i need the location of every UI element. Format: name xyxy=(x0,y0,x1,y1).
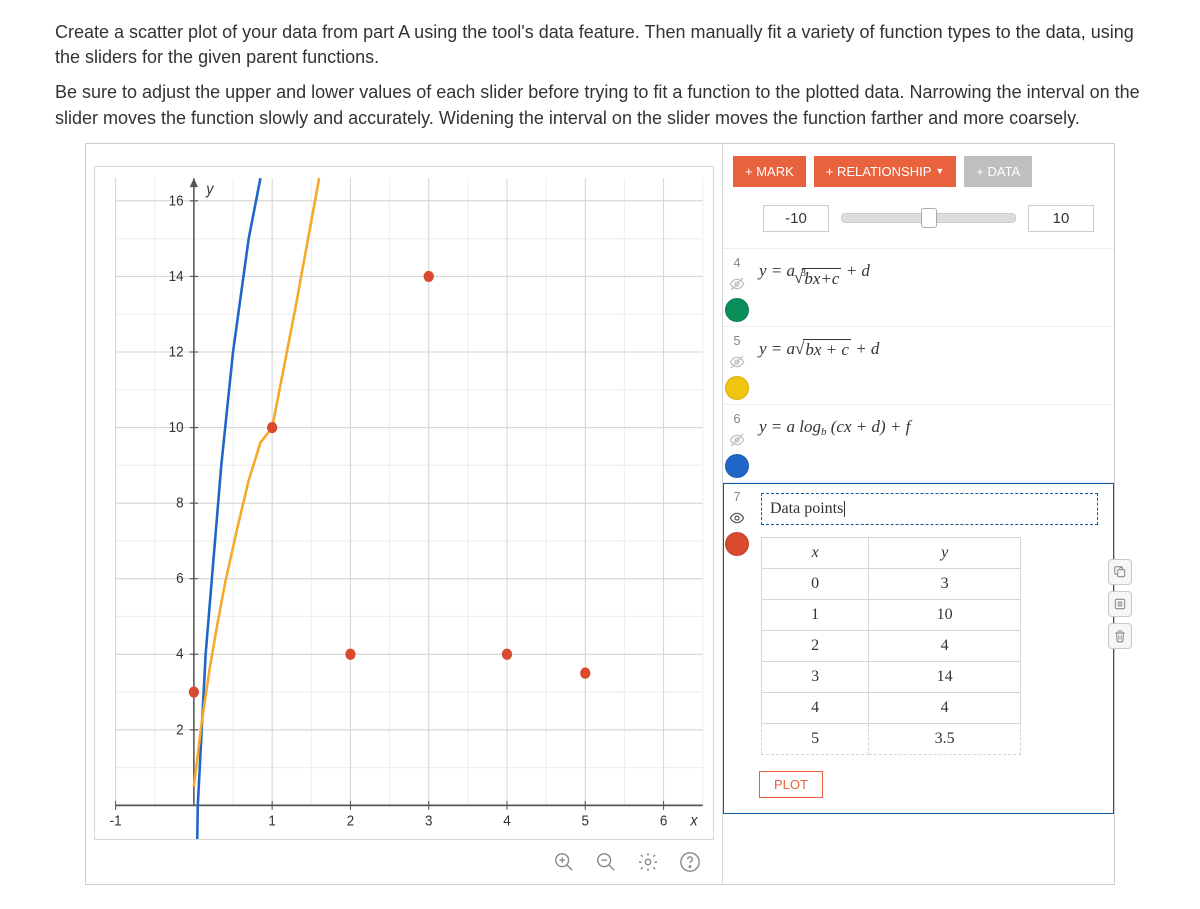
svg-text:14: 14 xyxy=(169,267,184,284)
help-icon[interactable] xyxy=(678,850,702,874)
expression-formula[interactable]: y = a3√bx+c + d xyxy=(759,253,1106,299)
col-header-x: x xyxy=(762,537,869,568)
slider-max[interactable]: 10 xyxy=(1028,205,1094,232)
cell-x[interactable]: 3 xyxy=(762,661,869,692)
table-row[interactable]: 03 xyxy=(762,568,1021,599)
slider-row: -10 10 xyxy=(723,199,1114,248)
item-index: 7 xyxy=(733,489,740,504)
chevron-down-icon: ▼ xyxy=(935,166,944,176)
visibility-toggle-icon[interactable] xyxy=(729,432,745,448)
tool-frame: -1123456246810121416yx xyxy=(85,143,1115,885)
expression-item[interactable]: 4 y = a3√bx+c + d xyxy=(723,248,1114,326)
table-row[interactable]: 314 xyxy=(762,661,1021,692)
visibility-toggle-icon[interactable] xyxy=(729,510,745,526)
svg-text:x: x xyxy=(689,812,698,830)
table-row[interactable]: 24 xyxy=(762,630,1021,661)
cell-x[interactable]: 0 xyxy=(762,568,869,599)
add-mark-button[interactable]: + MARK xyxy=(733,156,806,187)
svg-text:2: 2 xyxy=(347,812,355,829)
expression-formula[interactable]: y = a√bx + c + d xyxy=(759,331,1106,370)
cell-x[interactable]: 5 xyxy=(762,723,869,754)
svg-text:5: 5 xyxy=(582,812,590,829)
cell-y[interactable]: 3 xyxy=(869,568,1021,599)
duplicate-icon[interactable] xyxy=(1108,559,1132,585)
series-color-dot[interactable] xyxy=(725,454,749,478)
item-index: 5 xyxy=(733,333,740,348)
cell-y[interactable]: 4 xyxy=(869,630,1021,661)
svg-text:y: y xyxy=(205,180,215,198)
svg-text:10: 10 xyxy=(169,418,184,435)
cell-y[interactable]: 10 xyxy=(869,599,1021,630)
graph-panel: -1123456246810121416yx xyxy=(86,144,722,884)
cell-x[interactable]: 4 xyxy=(762,692,869,723)
cell-x[interactable]: 2 xyxy=(762,630,869,661)
expression-item[interactable]: 6 y = a logb (cx + d) + f xyxy=(723,404,1114,482)
svg-text:-1: -1 xyxy=(110,812,122,829)
controls-panel: + MARK + RELATIONSHIP ▼ + DATA -10 10 4 y… xyxy=(722,144,1114,884)
cell-y[interactable]: 14 xyxy=(869,661,1021,692)
list-icon[interactable] xyxy=(1108,591,1132,617)
cell-y[interactable]: 4 xyxy=(869,692,1021,723)
visibility-toggle-icon[interactable] xyxy=(729,354,745,370)
svg-text:12: 12 xyxy=(169,343,184,360)
svg-text:6: 6 xyxy=(176,569,184,586)
visibility-toggle-icon[interactable] xyxy=(729,276,745,292)
svg-text:16: 16 xyxy=(169,192,184,209)
graph-toolbar xyxy=(94,840,714,876)
item-index: 6 xyxy=(733,411,740,426)
add-data-button: + DATA xyxy=(964,156,1032,187)
cell-x[interactable]: 1 xyxy=(762,599,869,630)
relationship-label: + RELATIONSHIP xyxy=(826,164,932,179)
cell-y[interactable]: 3.5 xyxy=(869,723,1021,754)
svg-text:2: 2 xyxy=(176,721,184,738)
svg-text:4: 4 xyxy=(176,645,184,662)
settings-icon[interactable] xyxy=(636,850,660,874)
instruction-p2: Be sure to adjust the upper and lower va… xyxy=(55,80,1145,130)
slider-min[interactable]: -10 xyxy=(763,205,829,232)
svg-text:3: 3 xyxy=(425,812,433,829)
svg-text:6: 6 xyxy=(660,812,668,829)
series-color-dot[interactable] xyxy=(725,376,749,400)
table-row[interactable]: 44 xyxy=(762,692,1021,723)
interval-slider[interactable] xyxy=(841,213,1016,223)
expression-formula[interactable]: y = a logb (cx + d) + f xyxy=(759,409,1106,448)
data-label-input[interactable]: Data points xyxy=(761,493,1098,525)
svg-text:1: 1 xyxy=(268,812,276,829)
add-relationship-button[interactable]: + RELATIONSHIP ▼ xyxy=(814,156,957,187)
zoom-in-icon[interactable] xyxy=(552,850,576,874)
svg-text:8: 8 xyxy=(176,494,184,511)
item-index: 4 xyxy=(733,255,740,270)
table-row[interactable]: 110 xyxy=(762,599,1021,630)
table-row[interactable]: 53.5 xyxy=(762,723,1021,754)
top-buttons: + MARK + RELATIONSHIP ▼ + DATA xyxy=(723,144,1114,199)
data-points-item[interactable]: 7 Data points x xyxy=(723,482,1114,814)
series-color-dot[interactable] xyxy=(725,532,749,556)
svg-text:4: 4 xyxy=(503,812,511,829)
zoom-out-icon[interactable] xyxy=(594,850,618,874)
graph-area[interactable]: -1123456246810121416yx xyxy=(94,166,714,840)
col-header-y: y xyxy=(869,537,1021,568)
data-label-text: Data points xyxy=(770,500,845,517)
data-side-icons xyxy=(1108,559,1132,649)
instruction-p1: Create a scatter plot of your data from … xyxy=(55,20,1145,70)
expression-list: 4 y = a3√bx+c + d 5 y = a√bx + c + d 6 y = a … xyxy=(723,248,1114,482)
plot-button[interactable]: PLOT xyxy=(759,771,823,798)
data-table[interactable]: x y 03110243144453.5 xyxy=(761,537,1021,755)
expression-item[interactable]: 5 y = a√bx + c + d xyxy=(723,326,1114,404)
instructions: Create a scatter plot of your data from … xyxy=(55,20,1145,131)
delete-icon[interactable] xyxy=(1108,623,1132,649)
series-color-dot[interactable] xyxy=(725,298,749,322)
